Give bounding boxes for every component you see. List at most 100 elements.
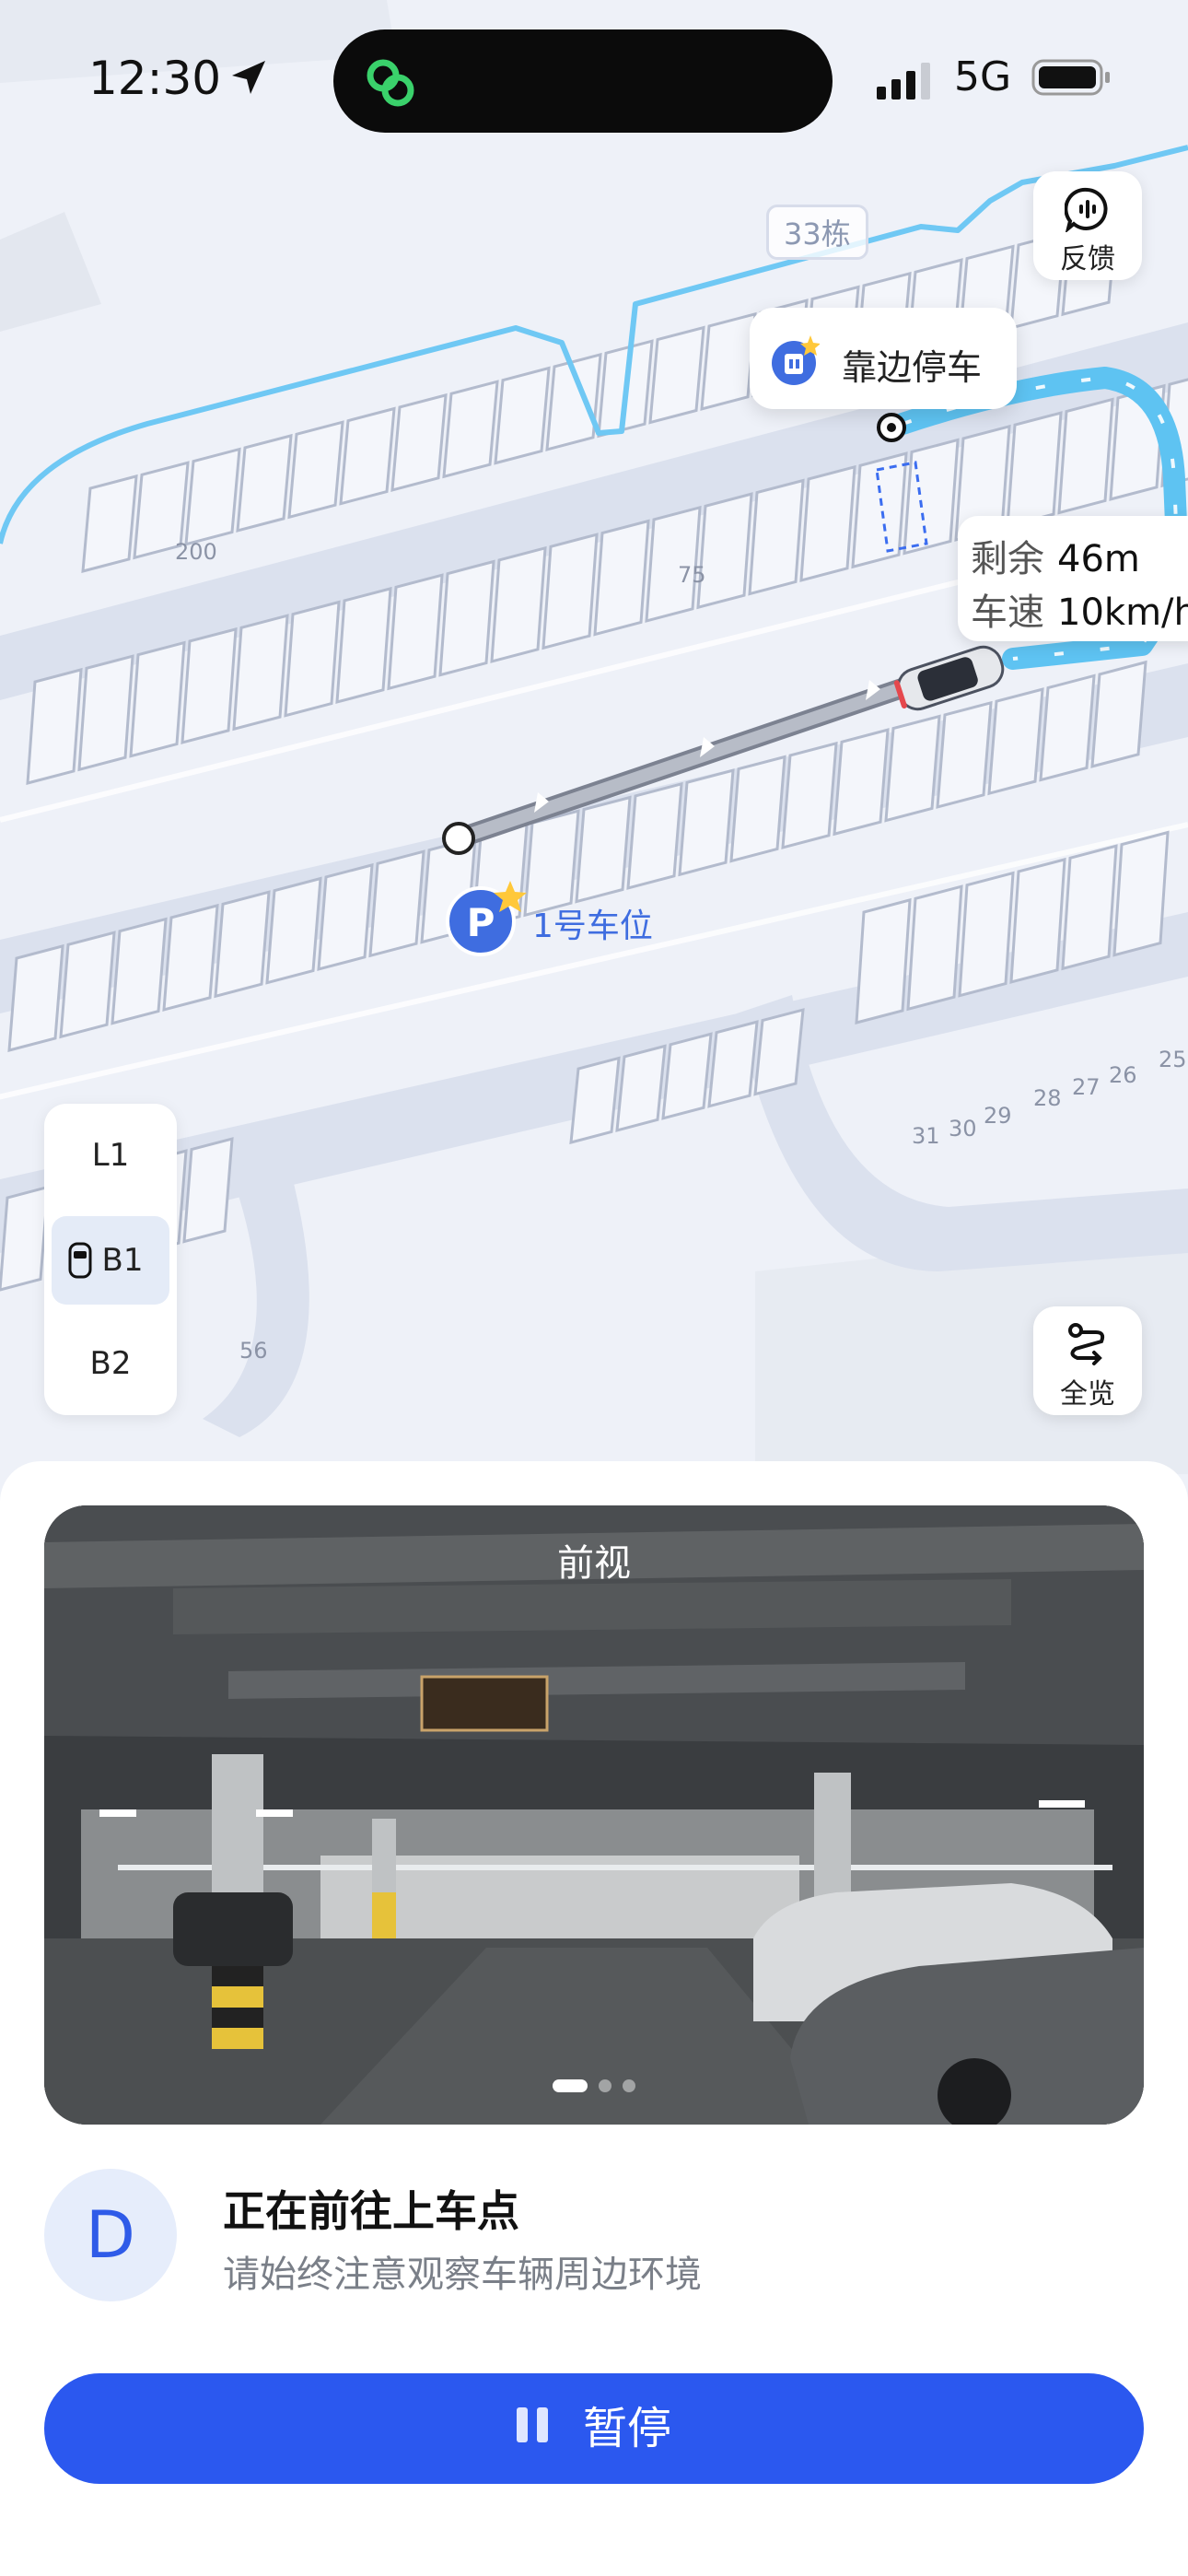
parking-stall xyxy=(593,519,650,637)
parking-stall xyxy=(661,1032,713,1120)
parking-stall xyxy=(442,380,499,479)
parking-stall xyxy=(626,781,683,890)
pullover-label: 靠边停车 xyxy=(842,347,983,388)
parking-stall xyxy=(490,545,547,663)
lot-number: 28 xyxy=(1033,1085,1062,1111)
parking-stall xyxy=(111,917,168,1025)
parking-stall xyxy=(648,325,705,425)
svg-text:P: P xyxy=(467,900,495,945)
parking-stall xyxy=(936,700,993,809)
feedback-button[interactable]: 反馈 xyxy=(1033,171,1142,280)
parking-stall xyxy=(833,728,890,837)
car-location-icon xyxy=(68,1242,92,1279)
parking-stall xyxy=(753,1008,805,1096)
lot-number: 200 xyxy=(175,539,217,565)
location-arrow-icon xyxy=(232,61,265,94)
feedback-icon xyxy=(1065,187,1108,232)
parking-stall xyxy=(1112,830,1170,957)
parking-stall xyxy=(7,943,64,1052)
floor-b1[interactable]: B1 xyxy=(52,1216,169,1305)
parking-stall xyxy=(494,366,551,465)
front-camera-view[interactable]: 前视 xyxy=(44,1505,1144,2125)
parking-stall xyxy=(855,897,912,1025)
lot-number: 27 xyxy=(1072,1074,1101,1100)
overview-label: 全览 xyxy=(1060,1378,1115,1411)
parking-stall xyxy=(438,559,495,677)
lot-number: 29 xyxy=(984,1103,1012,1129)
pause-button[interactable]: 暂停 xyxy=(44,2373,1144,2484)
parking-stall xyxy=(284,600,341,718)
camera-page-dots[interactable] xyxy=(44,2076,1144,2093)
parking-stall xyxy=(339,406,396,506)
page-dot-active[interactable] xyxy=(553,2078,588,2092)
parking-stall xyxy=(265,876,322,985)
parking-stall xyxy=(214,890,271,999)
app-activity-icon xyxy=(367,59,414,107)
building-label: 33栋 xyxy=(766,205,868,260)
parking-stall xyxy=(1061,844,1118,971)
feedback-label: 反馈 xyxy=(1060,243,1115,275)
lot-number: 25 xyxy=(1159,1047,1187,1072)
parking-stall xyxy=(236,433,293,533)
parking-stall xyxy=(615,1044,667,1132)
parking-stall xyxy=(184,447,241,546)
lot-number: 26 xyxy=(1109,1062,1137,1088)
lot-number: 75 xyxy=(678,562,706,588)
overview-button[interactable]: 全览 xyxy=(1033,1306,1142,1415)
parking-stall xyxy=(781,741,838,849)
parking-stall xyxy=(162,903,219,1012)
parking-stall xyxy=(232,614,289,732)
pullover-icon xyxy=(772,335,820,385)
route-overview-icon xyxy=(1068,1323,1105,1365)
parking-stall xyxy=(387,573,444,691)
lot-number: 31 xyxy=(912,1123,940,1149)
page-dot[interactable] xyxy=(599,2078,611,2092)
parking-stall xyxy=(335,586,392,704)
pause-label: 暂停 xyxy=(582,2403,671,2454)
pause-icon xyxy=(516,2372,557,2483)
parking-stall xyxy=(799,464,856,582)
gear-indicator: D xyxy=(44,2169,177,2301)
parking-stall xyxy=(569,1056,621,1144)
current-speed: 10km/h xyxy=(1057,591,1188,634)
parking-stall xyxy=(707,1020,759,1108)
network-type: 5G xyxy=(954,53,1012,100)
parking-stall xyxy=(1057,397,1114,515)
parking-stall xyxy=(26,667,83,785)
parking-stall xyxy=(906,884,963,1012)
page-dot[interactable] xyxy=(623,2078,635,2092)
pullover-button[interactable]: 靠边停车 xyxy=(750,308,1017,409)
floor-l1[interactable]: L1 xyxy=(52,1111,169,1200)
parking-map[interactable]: 200 75 56 31 30 29 28 27 26 25 P xyxy=(0,0,1188,1474)
cellular-signal-icon xyxy=(877,63,930,100)
parking-stall xyxy=(129,640,186,758)
parking-spot-label[interactable]: 1号车位 xyxy=(532,899,653,947)
parking-stall xyxy=(181,626,238,744)
battery-icon xyxy=(1031,59,1110,96)
parking-stall xyxy=(748,478,805,596)
parking-stall xyxy=(700,311,757,411)
lot-number: 56 xyxy=(239,1338,268,1364)
parking-stall xyxy=(575,795,632,904)
floor-b2[interactable]: B2 xyxy=(52,1319,169,1408)
parking-stall xyxy=(1039,673,1096,782)
trip-info-card: 剩余 46m 车速 10km/h xyxy=(958,516,1188,641)
status-title: 正在前往上车点 xyxy=(223,2186,519,2236)
parking-stall xyxy=(729,755,786,863)
parking-stall xyxy=(958,871,1015,998)
remaining-key: 剩余 xyxy=(971,538,1044,580)
parking-stall xyxy=(1090,660,1147,768)
parking-stall xyxy=(59,931,116,1039)
parking-stall xyxy=(1009,857,1066,984)
lot-number: 30 xyxy=(949,1116,977,1142)
parking-stall xyxy=(696,492,753,610)
floor-selector: L1 B1 B2 xyxy=(44,1104,177,1415)
parking-stall xyxy=(317,862,374,971)
remaining-distance: 46m xyxy=(1057,538,1140,580)
parking-stall xyxy=(390,392,448,492)
parking-stall xyxy=(987,687,1044,796)
status-time: 12:30 xyxy=(88,52,222,105)
parking-stall xyxy=(0,1185,50,1292)
parking-stall xyxy=(1006,411,1063,529)
speed-key: 车速 xyxy=(971,591,1044,634)
